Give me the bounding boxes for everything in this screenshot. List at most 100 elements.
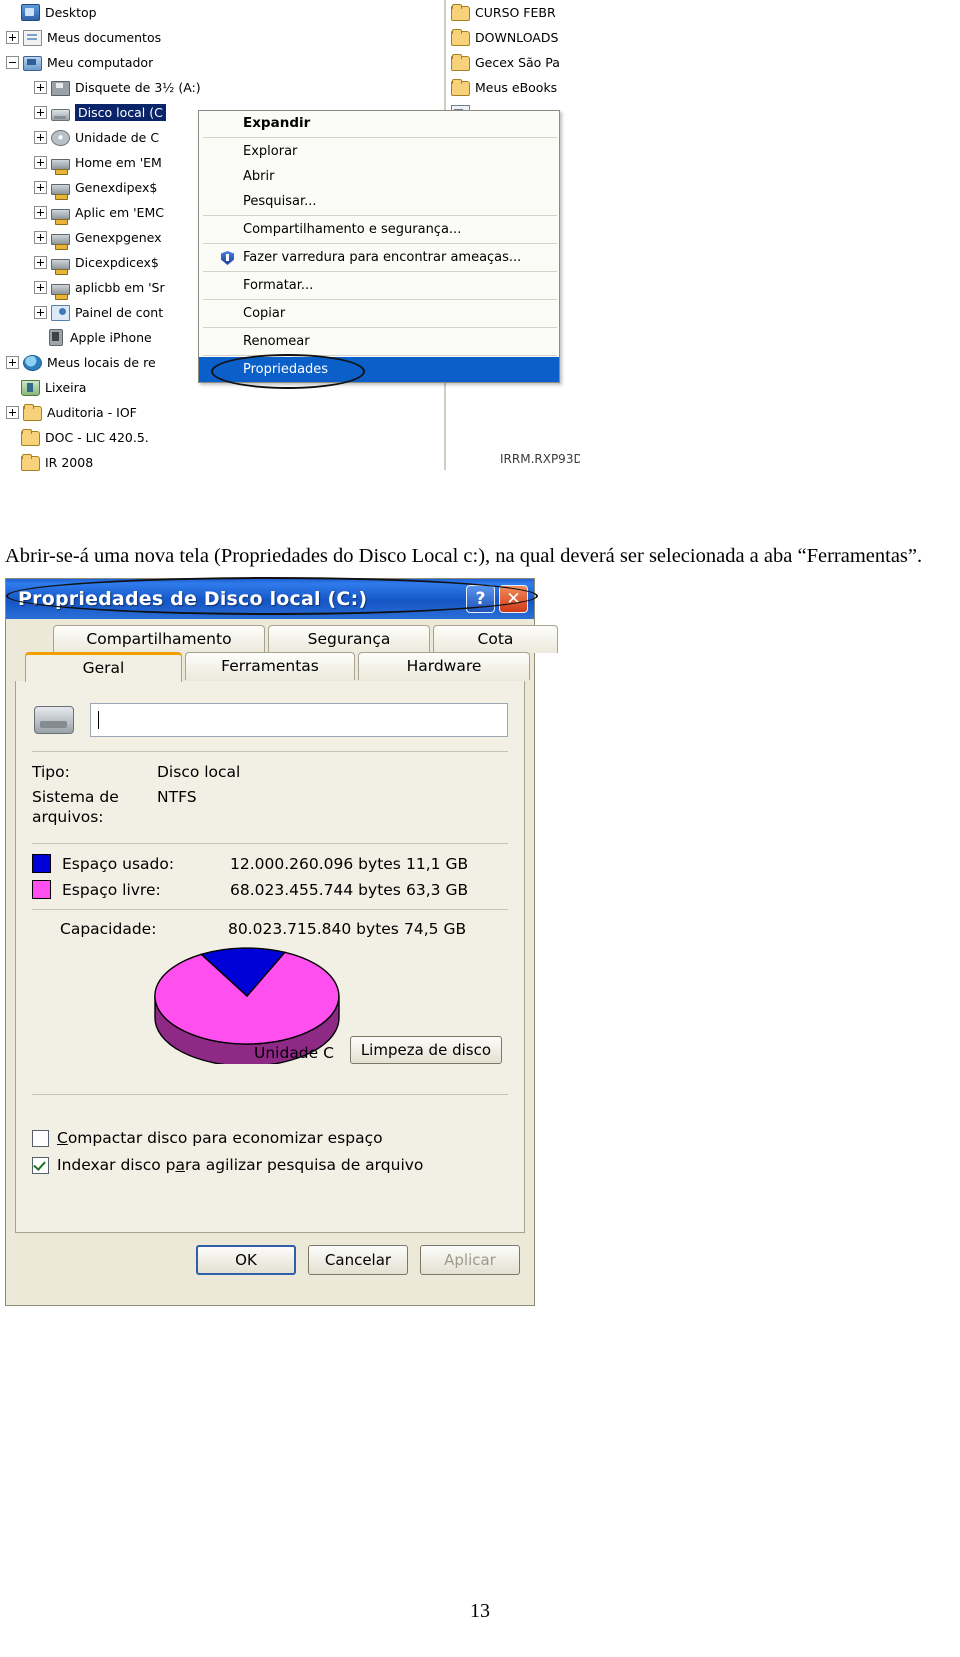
context-menu-item-label: Copiar: [243, 306, 286, 321]
tab-cota[interactable]: Cota: [433, 625, 558, 653]
capacity-gb: 74,5 GB: [404, 920, 467, 938]
context-menu-item-label: Propriedades: [243, 362, 329, 377]
expand-icon[interactable]: [34, 131, 47, 144]
legend-label-free: Espaço livre:: [62, 880, 161, 899]
network-drive-icon: [51, 233, 70, 250]
floppy-drive-icon: [51, 81, 70, 96]
legend-gb-used: 11,1 GB: [406, 854, 469, 873]
expand-icon[interactable]: [6, 406, 19, 419]
control-panel-icon: [51, 305, 70, 321]
tab-ferramentas[interactable]: Ferramentas: [6, 577, 538, 680]
checkbox-row-compactar[interactable]: Compactar disco para economizar espaço: [32, 1129, 508, 1147]
file-item-1[interactable]: DOWNLOADS: [446, 25, 580, 50]
expand-icon[interactable]: [6, 356, 19, 369]
context-menu-item-7[interactable]: Copiar: [199, 301, 559, 326]
tab-strip-row-2[interactable]: Geral Ferramentas Hardware: [6, 577, 538, 682]
tree-item-18[interactable]: IR 2008: [0, 450, 444, 475]
tab-hardware[interactable]: Hardware: [358, 652, 530, 680]
tree-item-label: Painel de cont: [75, 305, 164, 320]
hard-disk-icon: [34, 706, 74, 734]
context-menu-item-2[interactable]: Abrir: [199, 164, 559, 189]
tab-geral[interactable]: Geral: [25, 652, 182, 682]
tree-item-0[interactable]: Desktop: [0, 0, 444, 25]
general-tab-panel: Tipo: Disco local Sistema de arquivos: N…: [15, 681, 525, 1233]
tree-item-label: IR 2008: [45, 455, 94, 470]
cancel-button[interactable]: Cancelar: [308, 1245, 408, 1275]
info-row-tipo: Tipo: Disco local: [32, 762, 508, 782]
tab-label: Geral: [82, 659, 125, 677]
recycle-bin-icon: [21, 380, 40, 396]
my-computer-icon: [23, 56, 42, 71]
info-value-sistema-arquivos: NTFS: [157, 788, 197, 806]
context-menu-separator: [203, 243, 557, 244]
folder-icon: [21, 429, 40, 446]
cd-drive-icon: [51, 130, 70, 146]
info-key-sistema-arquivos: Sistema de arquivos:: [32, 788, 119, 826]
expand-icon[interactable]: [34, 281, 47, 294]
options-group: Compactar disco para economizar espaço I…: [32, 1129, 508, 1174]
network-drive-icon: [51, 283, 70, 300]
network-drive-icon: [51, 158, 70, 175]
tab-compartilhamento[interactable]: Compartilhamento: [53, 625, 265, 653]
tree-item-label: Aplic em 'EMC: [75, 205, 164, 220]
tree-item-label: Unidade de C: [75, 130, 160, 145]
legend-bytes-used: 12.000.260.096 bytes: [230, 854, 401, 873]
divider-1: [32, 751, 508, 752]
context-menu-separator: [203, 137, 557, 138]
context-menu-item-8[interactable]: Renomear: [199, 329, 559, 354]
tree-item-16[interactable]: Auditoria - IOF: [0, 400, 444, 425]
help-icon[interactable]: ?: [466, 585, 495, 613]
compact-disk-checkbox[interactable]: [32, 1129, 49, 1147]
collapse-icon[interactable]: [6, 56, 19, 69]
tree-item-17[interactable]: DOC - LIC 420.5.: [0, 425, 444, 450]
context-menu-item-6[interactable]: Formatar...: [199, 273, 559, 298]
context-menu-item-5[interactable]: Fazer varredura para encontrar ameaças..…: [199, 245, 559, 270]
tree-item-label: Dicexpdicex$: [75, 255, 159, 270]
ok-button[interactable]: OK: [196, 1245, 296, 1275]
context-menu-item-3[interactable]: Pesquisar...: [199, 189, 559, 214]
tab-strip-row-1[interactable]: Compartilhamento Segurança Cota: [15, 625, 558, 653]
file-item-3[interactable]: Meus eBooks: [446, 75, 580, 100]
expand-icon[interactable]: [34, 106, 47, 119]
close-icon[interactable]: ✕: [499, 585, 528, 613]
file-item-2[interactable]: Gecex São Pa: [446, 50, 580, 75]
context-menu-item-9[interactable]: Propriedades: [199, 354, 559, 389]
tree-item-2[interactable]: Meu computador: [0, 50, 444, 75]
expand-icon[interactable]: [34, 231, 47, 244]
tree-item-label: aplicbb em 'Sr: [75, 280, 165, 295]
network-drive-icon: [51, 258, 70, 275]
index-disk-checkbox[interactable]: [32, 1156, 49, 1174]
shield-icon: [221, 251, 234, 265]
tree-item-3[interactable]: Disquete de 3½ (A:): [0, 75, 444, 100]
context-menu-item-4[interactable]: Compartilhamento e segurança...: [199, 217, 559, 242]
expand-icon[interactable]: [34, 156, 47, 169]
disk-properties-dialog: Propriedades de Disco local (C:) ? ✕ Com…: [5, 577, 558, 1306]
disk-cleanup-button[interactable]: Limpeza de disco: [349, 1036, 502, 1064]
file-item-label: CURSO FEBR: [475, 5, 556, 20]
capacity-label: Capacidade:: [60, 920, 157, 938]
my-documents-icon: [23, 30, 42, 46]
volume-label-input[interactable]: [90, 703, 508, 737]
context-menu-item-label: Expandir: [243, 115, 311, 131]
expand-icon[interactable]: [34, 181, 47, 194]
context-menu-item-0[interactable]: Expandir: [199, 111, 559, 136]
tab-seguran-a[interactable]: Segurança: [268, 625, 430, 653]
divider-2: [32, 843, 508, 844]
expand-icon[interactable]: [6, 31, 19, 44]
file-item-label: Gecex São Pa: [475, 55, 560, 70]
context-menu[interactable]: Expandir Explorar Abrir Pesquisar... Compart…: [198, 110, 560, 389]
tab-label: Compartilhamento: [86, 630, 232, 648]
explorer-screenshot: Desktop Meus documentos Meu computador Disq…: [0, 0, 580, 478]
folder-icon: [451, 79, 470, 96]
expand-icon[interactable]: [34, 256, 47, 269]
tree-item-1[interactable]: Meus documentos: [0, 25, 444, 50]
expand-icon[interactable]: [34, 81, 47, 94]
checkbox-row-indexar[interactable]: Indexar disco para agilizar pesquisa de …: [32, 1156, 508, 1174]
expand-icon[interactable]: [34, 306, 47, 319]
file-item-0[interactable]: CURSO FEBR: [446, 0, 580, 25]
divider-4: [32, 1094, 508, 1095]
expand-icon[interactable]: [34, 206, 47, 219]
tree-item-label: Apple iPhone: [70, 330, 152, 345]
context-menu-separator: [203, 271, 557, 272]
context-menu-item-1[interactable]: Explorar: [199, 139, 559, 164]
